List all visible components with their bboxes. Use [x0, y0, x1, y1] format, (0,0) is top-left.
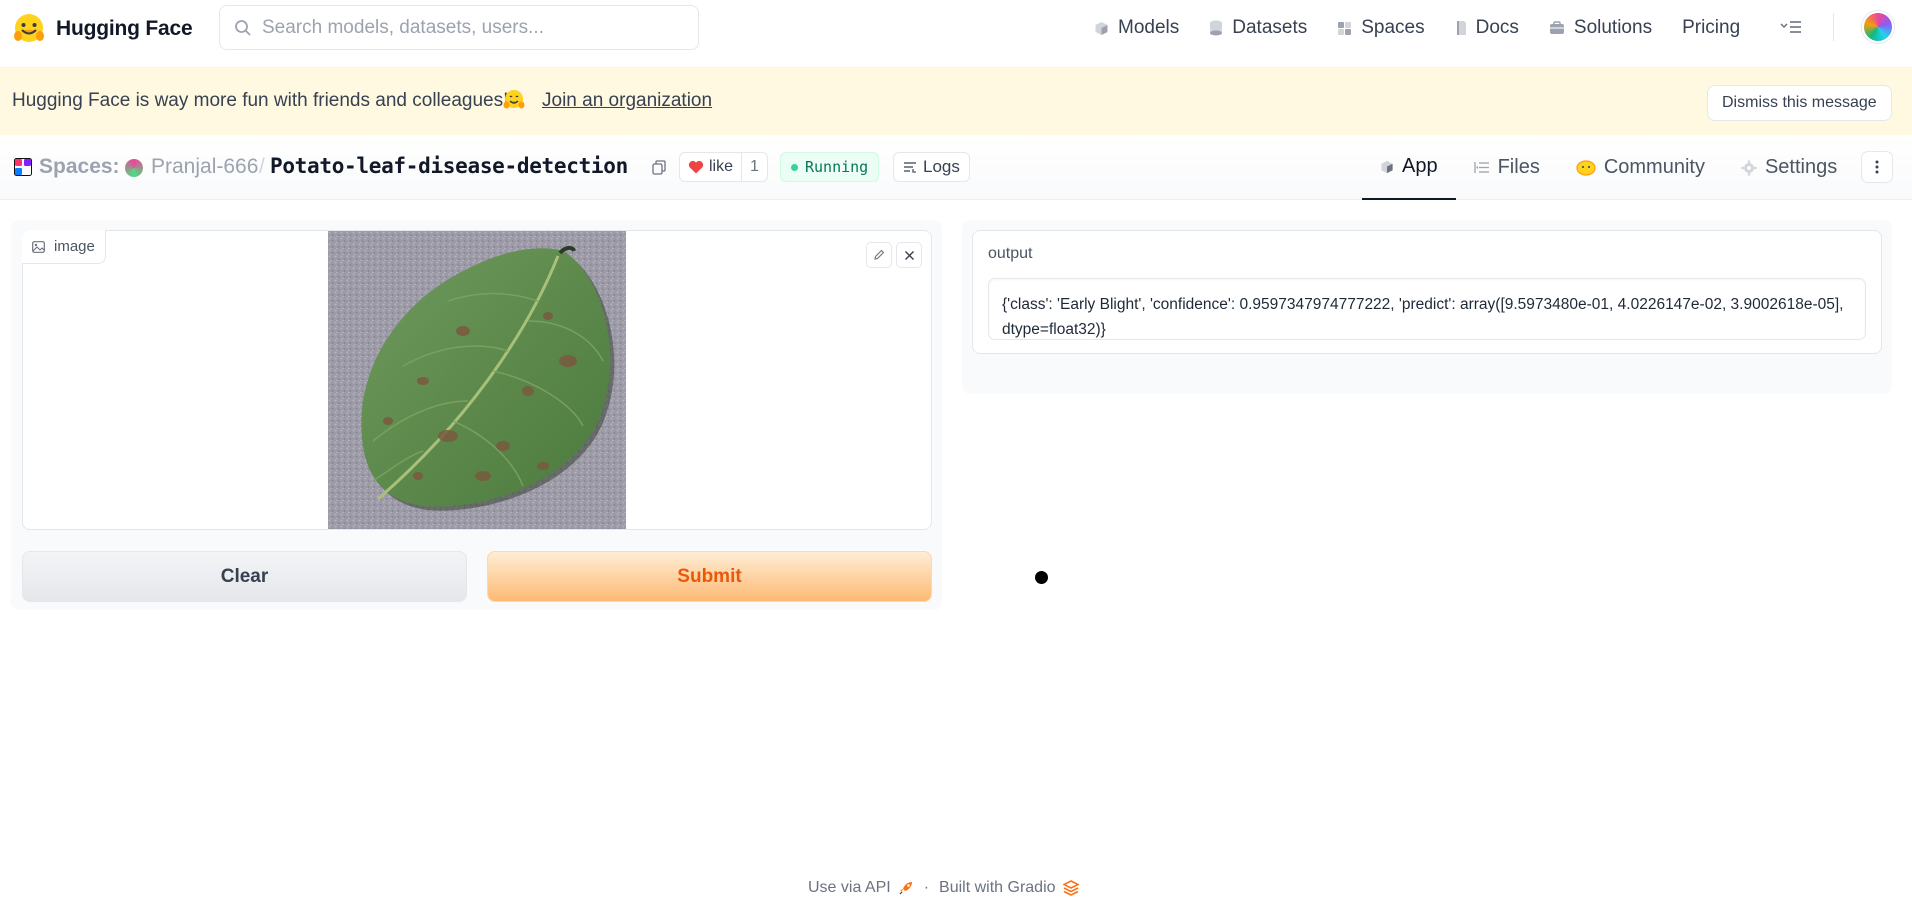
- nav-link-label: Models: [1118, 17, 1180, 38]
- brand[interactable]: Hugging Face: [12, 12, 193, 46]
- search-box[interactable]: [219, 5, 699, 50]
- more-menu-icon[interactable]: [1779, 17, 1803, 37]
- tab-label: Community: [1603, 156, 1705, 178]
- edit-image-button[interactable]: [866, 242, 892, 268]
- hugging-face-logo-icon: [14, 14, 44, 42]
- cube-icon: [1095, 21, 1108, 35]
- nav-links: Models Datasets Spaces Docs Solutions Pr…: [1094, 14, 1770, 42]
- footer-separator: ·: [923, 879, 930, 896]
- like-label: like: [709, 158, 734, 175]
- submit-button[interactable]: Submit: [487, 551, 932, 602]
- dismiss-message-button[interactable]: Dismiss this message: [1707, 85, 1892, 121]
- tab-settings[interactable]: Settings: [1723, 135, 1855, 200]
- org-banner: Hugging Face is way more fun with friend…: [0, 68, 1912, 135]
- rocket-icon: [899, 882, 912, 895]
- pencil-icon: [874, 249, 885, 260]
- database-icon: [1210, 20, 1223, 36]
- tab-files[interactable]: Files: [1456, 135, 1558, 200]
- spaces-label: Spaces:: [39, 155, 120, 178]
- tab-label: Settings: [1764, 156, 1838, 178]
- hugging-emoji-icon: [503, 90, 525, 109]
- image-input-label: image: [22, 230, 106, 264]
- copy-icon[interactable]: [652, 160, 666, 175]
- status-badge: Running: [780, 152, 880, 182]
- nav-link-models[interactable]: Models: [1094, 17, 1179, 39]
- join-organization-link[interactable]: Join an organization: [542, 90, 712, 112]
- nav-link-spaces[interactable]: Spaces: [1337, 17, 1425, 39]
- nav-link-label: Docs: [1475, 17, 1519, 38]
- like-count: 1: [741, 153, 767, 181]
- cube-icon: [1381, 160, 1393, 173]
- tab-community[interactable]: Community: [1558, 135, 1723, 200]
- close-icon: [904, 250, 914, 260]
- kebab-menu-icon: [1875, 160, 1879, 174]
- more-options-button[interactable]: [1861, 151, 1893, 183]
- docs-icon: [1456, 21, 1466, 35]
- like-main: like: [680, 153, 741, 181]
- built-with-gradio-link[interactable]: Built with Gradio: [939, 879, 1079, 897]
- nav-link-label: Solutions: [1573, 17, 1653, 38]
- briefcase-icon: [1549, 21, 1564, 34]
- user-avatar[interactable]: [1862, 11, 1894, 43]
- top-navbar: Hugging Face Models Datasets Spaces Docs…: [0, 0, 1912, 68]
- nav-link-label: Spaces: [1361, 17, 1425, 38]
- gradio-logo-icon: [1062, 880, 1079, 896]
- logs-button[interactable]: Logs: [893, 152, 970, 182]
- output-textbox[interactable]: {'class': 'Early Blight', 'confidence': …: [988, 278, 1866, 340]
- image-icon: [32, 240, 45, 253]
- brand-name: Hugging Face: [56, 17, 193, 40]
- output-label: output: [988, 245, 1033, 262]
- search-input[interactable]: [262, 16, 682, 39]
- use-via-api-label: Use via API: [808, 879, 891, 896]
- space-tabs: App Files Community Settings: [1362, 135, 1855, 200]
- heart-icon: [688, 160, 704, 174]
- spaces-logo-icon: [14, 158, 32, 176]
- tab-label: App: [1402, 155, 1438, 177]
- clear-image-button[interactable]: [896, 242, 922, 268]
- space-owner-link[interactable]: Pranjal-666: [151, 155, 258, 179]
- like-button[interactable]: like 1: [679, 152, 768, 182]
- use-via-api-link[interactable]: Use via API: [808, 879, 914, 897]
- banner-text: Hugging Face is way more fun with friend…: [12, 90, 509, 111]
- nav-link-docs[interactable]: Docs: [1455, 17, 1519, 39]
- status-text: Running: [805, 158, 869, 176]
- clear-button[interactable]: Clear: [22, 551, 467, 602]
- tab-label: Files: [1497, 156, 1540, 178]
- community-icon: [1576, 159, 1596, 176]
- footer: Use via API · Built with Gradio: [808, 879, 1079, 897]
- tab-app[interactable]: App: [1362, 135, 1456, 200]
- logs-icon: [904, 162, 916, 173]
- nav-link-solutions[interactable]: Solutions: [1549, 17, 1652, 39]
- spaces-grid-icon: [1338, 21, 1352, 35]
- logs-label: Logs: [923, 157, 960, 176]
- path-separator: /: [259, 155, 265, 178]
- nav-link-datasets[interactable]: Datasets: [1209, 17, 1307, 39]
- search-icon: [235, 19, 251, 36]
- status-dot-icon: [791, 163, 798, 171]
- nav-link-pricing[interactable]: Pricing: [1682, 17, 1740, 39]
- gear-icon: [1741, 160, 1757, 175]
- files-icon: [1473, 162, 1489, 173]
- mouse-cursor: [1035, 571, 1048, 584]
- owner-avatar: [125, 159, 143, 177]
- image-label-text: image: [54, 238, 95, 255]
- nav-divider: [1833, 13, 1834, 41]
- space-name-link[interactable]: Potato-leaf-disease-detection: [270, 154, 628, 178]
- nav-link-label: Datasets: [1232, 17, 1308, 38]
- built-with-label: Built with Gradio: [939, 879, 1056, 896]
- nav-link-label: Pricing: [1682, 17, 1741, 38]
- potato-leaf-image: [328, 231, 626, 529]
